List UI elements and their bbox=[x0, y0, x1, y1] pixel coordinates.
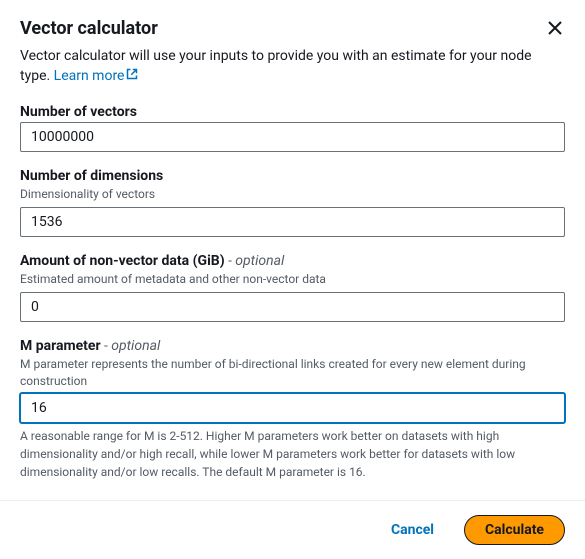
num-dimensions-input[interactable] bbox=[20, 207, 565, 237]
m-parameter-label: M parameter - optional bbox=[20, 338, 565, 354]
modal-description: Vector calculator will use your inputs t… bbox=[20, 47, 565, 86]
external-link-icon bbox=[126, 68, 138, 80]
field-m-parameter: M parameter - optional M parameter repre… bbox=[20, 338, 565, 482]
field-non-vector-data: Amount of non-vector data (GiB) - option… bbox=[20, 253, 565, 322]
modal-content: Vector calculator Vector calculator will… bbox=[0, 0, 585, 481]
cancel-button[interactable]: Cancel bbox=[371, 515, 454, 545]
non-vector-data-label: Amount of non-vector data (GiB) - option… bbox=[20, 253, 565, 269]
modal-header: Vector calculator bbox=[20, 18, 565, 39]
m-parameter-input[interactable] bbox=[20, 393, 565, 423]
close-button[interactable] bbox=[545, 18, 565, 38]
calculate-button[interactable]: Calculate bbox=[464, 515, 565, 545]
field-num-vectors: Number of vectors bbox=[20, 104, 565, 152]
num-dimensions-label: Number of dimensions bbox=[20, 168, 565, 184]
modal-title: Vector calculator bbox=[20, 18, 158, 39]
field-num-dimensions: Number of dimensions Dimensionality of v… bbox=[20, 168, 565, 237]
modal-footer: Cancel Calculate bbox=[0, 500, 585, 559]
learn-more-link[interactable]: Learn more bbox=[54, 68, 139, 84]
num-dimensions-hint: Dimensionality of vectors bbox=[20, 186, 565, 203]
num-vectors-input[interactable] bbox=[20, 122, 565, 152]
m-parameter-hint: M parameter represents the number of bi-… bbox=[20, 356, 565, 390]
num-vectors-label: Number of vectors bbox=[20, 104, 565, 120]
non-vector-data-hint: Estimated amount of metadata and other n… bbox=[20, 271, 565, 288]
non-vector-data-input[interactable] bbox=[20, 292, 565, 322]
m-parameter-help: A reasonable range for M is 2-512. Highe… bbox=[20, 427, 565, 481]
close-icon bbox=[547, 20, 563, 36]
